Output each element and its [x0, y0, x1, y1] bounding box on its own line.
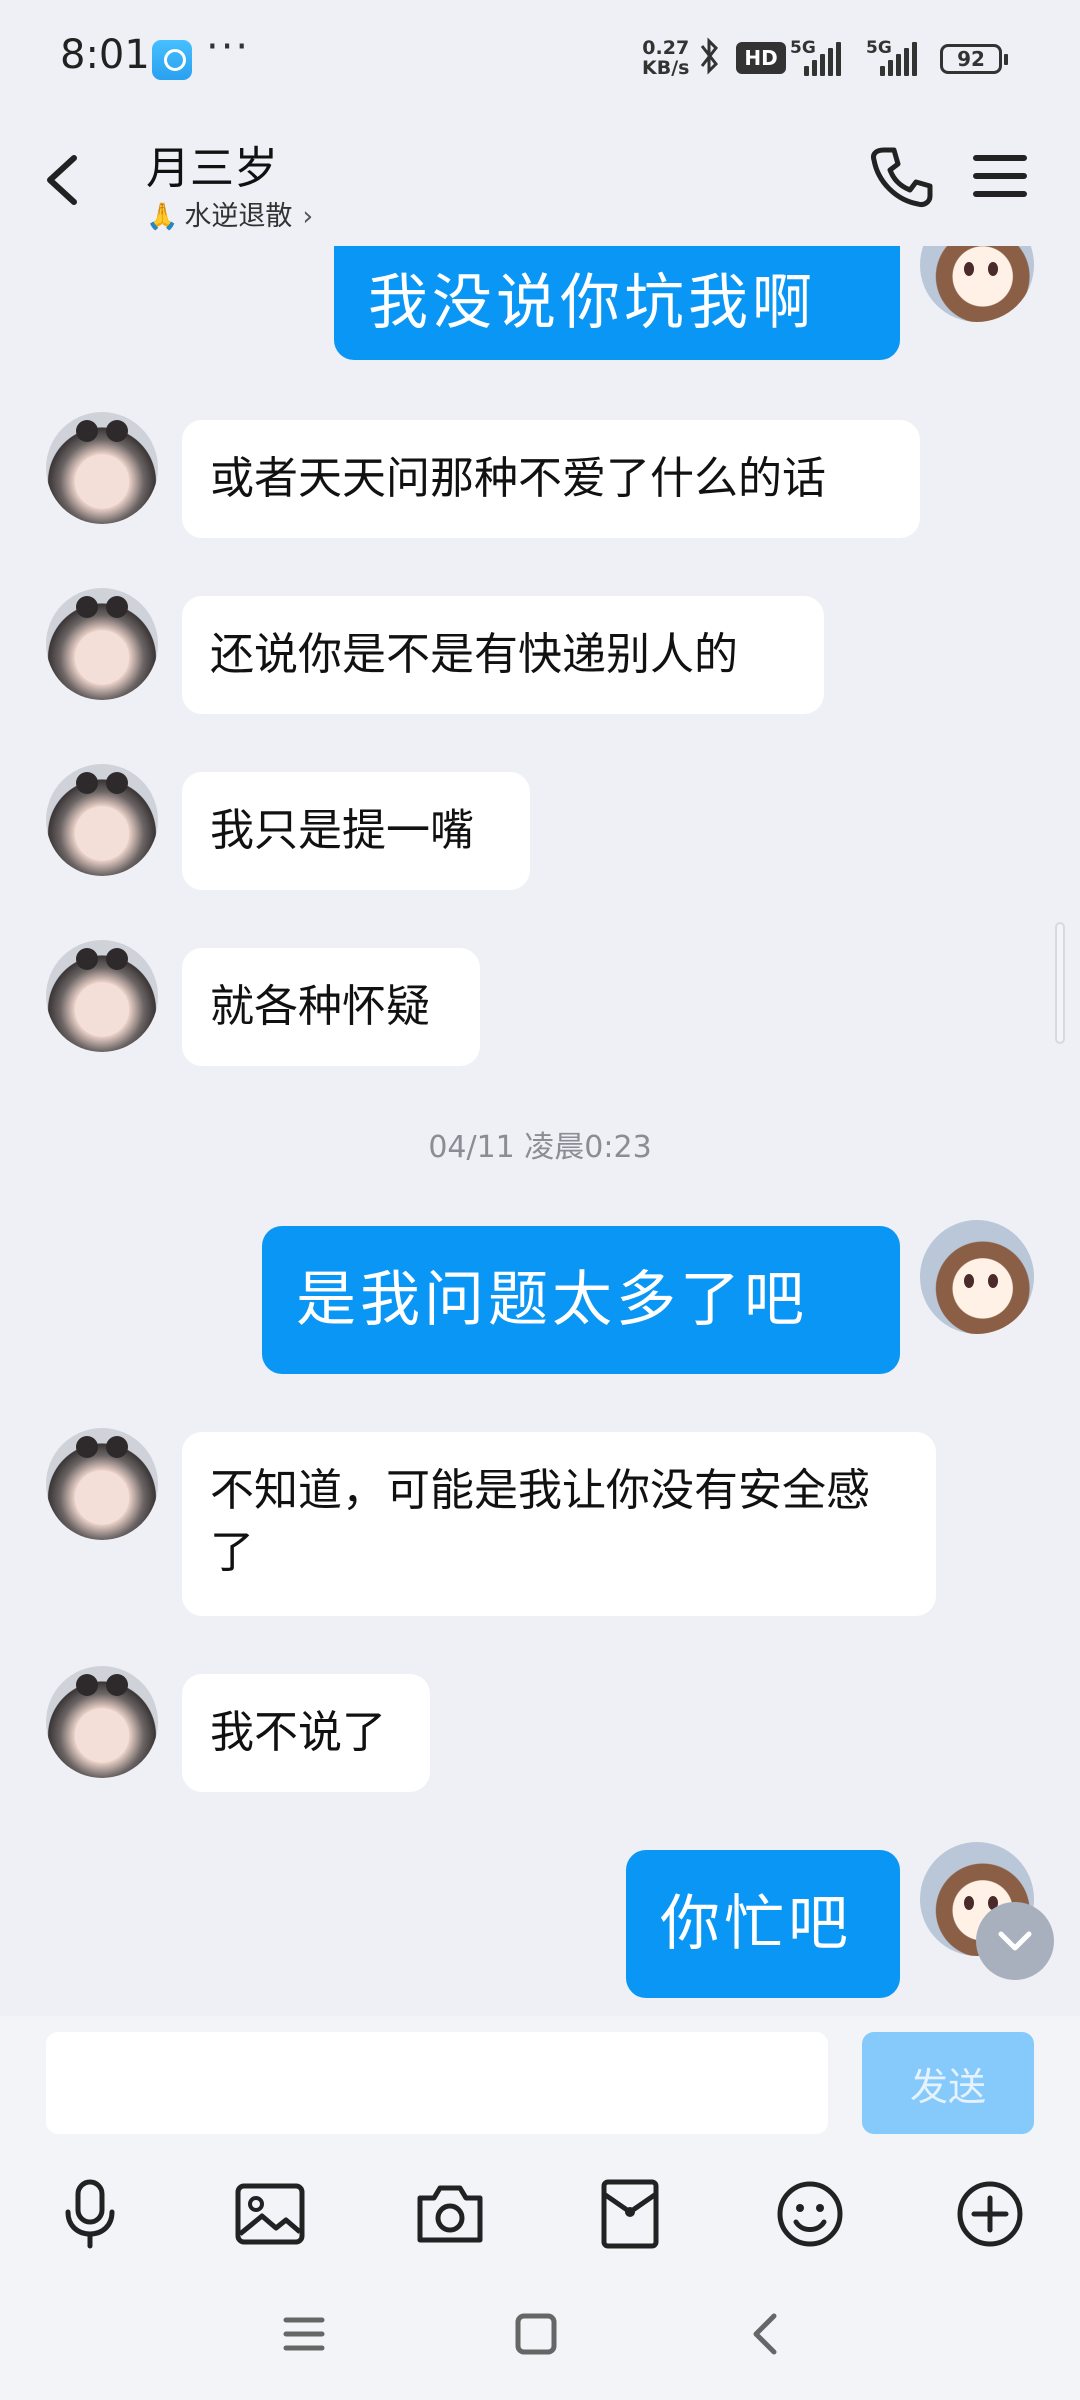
- contact-avatar[interactable]: [46, 764, 158, 876]
- network-speed-unit: KB/s: [642, 57, 690, 79]
- contact-avatar[interactable]: [46, 1428, 158, 1540]
- signal-icon: 5G: [790, 38, 850, 76]
- message-bubble-received[interactable]: 不知道，可能是我让你没有安全感了: [182, 1432, 936, 1616]
- message-bubble-sent[interactable]: 是我问题太多了吧: [262, 1226, 900, 1374]
- camera-icon[interactable]: [410, 2174, 490, 2254]
- message-bubble-received[interactable]: 我只是提一嘴: [182, 772, 530, 890]
- app-notification-icon: [152, 40, 192, 80]
- chevron-right-icon: ›: [302, 201, 314, 232]
- back-nav-icon[interactable]: [736, 2302, 800, 2366]
- message-bubble-received[interactable]: 还说你是不是有快递别人的: [182, 596, 824, 714]
- bluetooth-icon: [697, 36, 721, 85]
- composer: 发送: [0, 2016, 1080, 2148]
- image-icon[interactable]: [230, 2174, 310, 2254]
- scroll-to-bottom-button[interactable]: [976, 1902, 1054, 1980]
- network-speed-value: 0.27: [642, 37, 690, 59]
- message-timestamp: 04/11 凌晨0:23: [428, 1130, 652, 1165]
- pray-emoji-icon: 🙏: [146, 202, 179, 232]
- message-bubble-received[interactable]: 就各种怀疑: [182, 948, 480, 1066]
- system-navigation-bar: [0, 2268, 1080, 2400]
- message-bubble-sent[interactable]: 你忙吧: [626, 1850, 900, 1998]
- network-speed: 0.27 KB/s: [642, 38, 689, 78]
- home-icon[interactable]: [504, 2302, 568, 2366]
- network-type-label: 5G: [790, 38, 816, 58]
- contact-avatar[interactable]: [46, 412, 158, 524]
- status-bar: 8:01 ··· 0.27 KB/s HD 5G 5G 92: [0, 0, 1080, 118]
- message-bubble-received[interactable]: 或者天天问那种不爱了什么的话: [182, 420, 920, 538]
- battery-level: 92: [957, 47, 985, 71]
- my-avatar[interactable]: [920, 246, 1034, 322]
- send-button[interactable]: 发送: [862, 2032, 1034, 2134]
- recents-icon[interactable]: [272, 2302, 336, 2366]
- contact-status[interactable]: 🙏 水逆退散 ›: [146, 194, 313, 233]
- menu-icon[interactable]: [972, 148, 1028, 204]
- network-type-label-2: 5G: [866, 38, 892, 58]
- chat-title[interactable]: 月三岁: [146, 132, 278, 196]
- plus-icon[interactable]: [950, 2174, 1030, 2254]
- hd-badge: HD: [736, 42, 786, 74]
- status-time: 8:01: [60, 32, 150, 78]
- message-input[interactable]: [46, 2032, 828, 2134]
- scrollbar[interactable]: [1055, 922, 1065, 1044]
- contact-avatar[interactable]: [46, 1666, 158, 1778]
- signal-icon-2: 5G: [866, 38, 926, 76]
- battery-icon: 92: [940, 44, 1008, 74]
- message-list[interactable]: 我没说你坑我啊 或者天天问那种不爱了什么的话 还说你是不是有快递别人的 我只是提…: [0, 246, 1080, 2016]
- contact-avatar[interactable]: [46, 588, 158, 700]
- my-avatar[interactable]: [920, 1220, 1034, 1334]
- more-notifications-icon: ···: [206, 24, 251, 70]
- message-bubble-sent[interactable]: 我没说你坑我啊: [334, 246, 900, 360]
- emoji-icon[interactable]: [770, 2174, 850, 2254]
- back-icon[interactable]: [36, 140, 96, 220]
- chat-header: 月三岁 🙏 水逆退散 ›: [0, 118, 1080, 246]
- microphone-icon[interactable]: [50, 2174, 130, 2254]
- contact-avatar[interactable]: [46, 940, 158, 1052]
- composer-toolbar: [0, 2148, 1080, 2268]
- contact-status-text: 水逆退散: [184, 201, 293, 232]
- red-packet-icon[interactable]: [590, 2174, 670, 2254]
- phone-icon[interactable]: [866, 142, 936, 212]
- message-bubble-received[interactable]: 我不说了: [182, 1674, 430, 1792]
